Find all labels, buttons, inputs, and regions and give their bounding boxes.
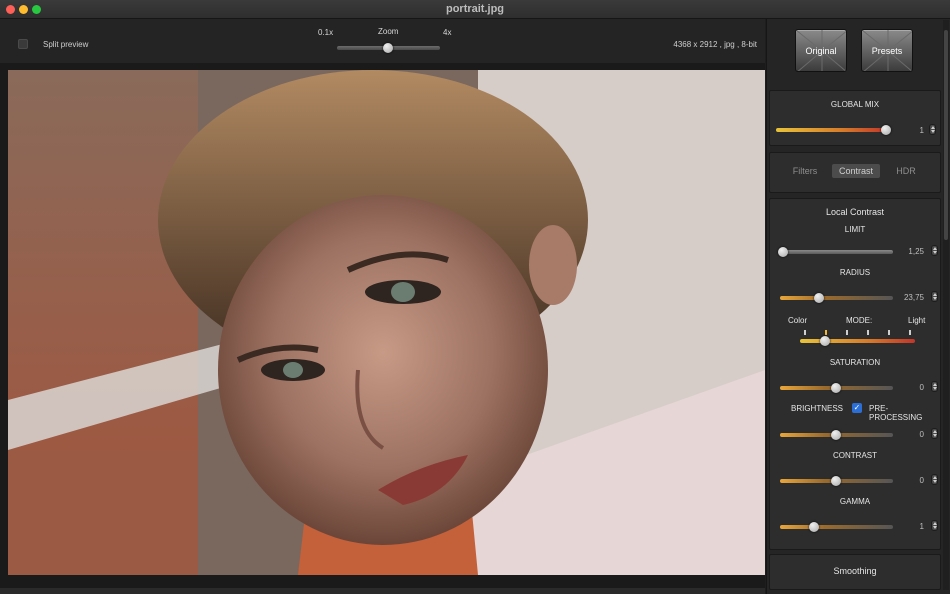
global-mix-title: GLOBAL MIX bbox=[830, 100, 880, 109]
mode-label: MODE: bbox=[846, 316, 873, 325]
presets-button-label: Presets bbox=[871, 46, 903, 56]
contrast-stepper-icon[interactable] bbox=[931, 474, 938, 485]
title-bar: portrait.jpg bbox=[0, 0, 950, 19]
split-preview-checkbox[interactable] bbox=[18, 39, 28, 49]
tabs-section: Filters Contrast HDR bbox=[769, 152, 941, 193]
checkmark-icon: ✓ bbox=[853, 403, 861, 412]
radius-slider[interactable] bbox=[780, 296, 893, 300]
preview-area bbox=[0, 63, 765, 588]
gamma-knob[interactable] bbox=[809, 522, 819, 532]
local-contrast-section: Local Contrast LIMIT 1,25 RADIUS 23,75 C… bbox=[769, 198, 941, 550]
toolbar: Split preview 0.1x Zoom 4x 4368 x 2912 ,… bbox=[0, 19, 765, 63]
mode-tick[interactable] bbox=[846, 330, 848, 335]
photo-preview[interactable] bbox=[8, 70, 765, 575]
mode-tick[interactable] bbox=[825, 330, 827, 335]
brightness-stepper-icon[interactable] bbox=[931, 428, 938, 439]
radius-value[interactable]: 23,75 bbox=[900, 293, 924, 302]
mode-knob[interactable] bbox=[820, 336, 830, 346]
pre-processing-label: PRE-PROCESSING bbox=[869, 404, 923, 422]
bottom-strip bbox=[0, 588, 765, 594]
tab-contrast[interactable]: Contrast bbox=[832, 164, 880, 178]
radius-stepper-icon[interactable] bbox=[931, 291, 938, 302]
radius-knob[interactable] bbox=[814, 293, 824, 303]
global-mix-value[interactable]: 1 bbox=[900, 126, 924, 135]
zoom-title: Zoom bbox=[378, 27, 399, 36]
mode-right-label: Light bbox=[908, 316, 926, 325]
saturation-label: SATURATION bbox=[829, 358, 881, 367]
limit-knob[interactable] bbox=[778, 247, 788, 257]
window-title: portrait.jpg bbox=[445, 3, 505, 15]
limit-label: LIMIT bbox=[844, 225, 866, 234]
limit-slider[interactable] bbox=[780, 250, 893, 254]
brightness-value[interactable]: 0 bbox=[900, 430, 924, 439]
saturation-stepper-icon[interactable] bbox=[931, 381, 938, 392]
saturation-value[interactable]: 0 bbox=[900, 383, 924, 392]
panel-scrollbar-thumb[interactable] bbox=[944, 30, 948, 240]
brightness-label: BRIGHTNESS bbox=[791, 404, 844, 413]
mode-tabs: Filters Contrast HDR bbox=[781, 164, 931, 182]
pre-processing-checkbox[interactable]: ✓ bbox=[852, 403, 862, 413]
global-mix-stepper-icon[interactable] bbox=[929, 124, 936, 135]
gamma-value[interactable]: 1 bbox=[900, 522, 924, 531]
presets-button[interactable]: Presets bbox=[861, 29, 913, 72]
gamma-slider[interactable] bbox=[780, 525, 893, 529]
limit-stepper-icon[interactable] bbox=[931, 245, 938, 256]
mode-tick[interactable] bbox=[888, 330, 890, 335]
image-info: 4368 x 2912 , jpg , 8-bit bbox=[673, 40, 757, 49]
gamma-stepper-icon[interactable] bbox=[931, 520, 938, 531]
mode-left-label: Color bbox=[788, 316, 808, 325]
adjustments-panel: Original Presets GLOBAL MIX 1 Filters Co… bbox=[766, 19, 950, 594]
mode-tick[interactable] bbox=[909, 330, 911, 335]
contrast-knob[interactable] bbox=[831, 476, 841, 486]
smoothing-title: Smoothing bbox=[833, 566, 877, 576]
global-mix-slider[interactable] bbox=[776, 128, 888, 132]
original-button[interactable]: Original bbox=[795, 29, 847, 72]
mode-tick[interactable] bbox=[867, 330, 869, 335]
zoom-min-label: 0.1x bbox=[318, 28, 334, 37]
gamma-label: GAMMA bbox=[839, 497, 871, 506]
split-preview-label: Split preview bbox=[43, 40, 89, 49]
zoom-slider-knob[interactable] bbox=[383, 43, 393, 53]
tab-hdr[interactable]: HDR bbox=[886, 164, 926, 178]
original-button-label: Original bbox=[805, 46, 837, 56]
contrast-value[interactable]: 0 bbox=[900, 476, 924, 485]
brightness-knob[interactable] bbox=[831, 430, 841, 440]
global-mix-knob[interactable] bbox=[881, 125, 891, 135]
contrast-label: CONTRAST bbox=[833, 451, 877, 460]
limit-value[interactable]: 1,25 bbox=[900, 247, 924, 256]
zoom-max-label: 4x bbox=[443, 28, 452, 37]
radius-label: RADIUS bbox=[839, 268, 871, 277]
global-mix-section: GLOBAL MIX 1 bbox=[769, 90, 941, 146]
mode-tick[interactable] bbox=[804, 330, 806, 335]
smoothing-section[interactable]: Smoothing bbox=[769, 554, 941, 590]
saturation-knob[interactable] bbox=[831, 383, 841, 393]
local-contrast-title: Local Contrast bbox=[825, 207, 885, 217]
mode-slider[interactable] bbox=[800, 339, 915, 343]
tab-filters[interactable]: Filters bbox=[785, 164, 825, 178]
